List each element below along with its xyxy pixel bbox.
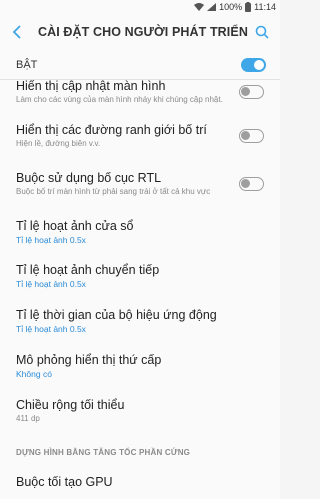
setting-animator-duration-scale[interactable]: Tỉ lệ thời gian của bộ hiệu ứng động Tỉ … [0, 299, 280, 344]
settings-list[interactable]: Hiển thị cập nhật màn hình Làm cho các v… [0, 80, 280, 499]
setting-smallest-width[interactable]: Chiều rộng tối thiểu 411 dp [0, 389, 280, 434]
setting-title: Tỉ lệ thời gian của bộ hiệu ứng động [16, 308, 217, 323]
setting-title: Tỉ lệ hoạt ảnh chuyển tiếp [16, 263, 160, 278]
setting-value: Tỉ lệ hoạt ảnh 0.5x [16, 234, 86, 245]
status-bar: 100% 11:14 [0, 0, 280, 13]
show-surface-updates-toggle[interactable] [239, 85, 264, 99]
show-layout-bounds-toggle[interactable] [239, 129, 264, 143]
search-icon [255, 25, 269, 39]
setting-show-layout-bounds[interactable]: Hiển thị các đường ranh giới bố trí Hiện… [0, 114, 280, 158]
setting-subtitle: Làm cho các vùng của màn hình nháy khi c… [16, 94, 223, 104]
setting-force-rtl[interactable]: Buộc sử dụng bố cục RTL Buộc bố trí màn … [0, 158, 280, 210]
battery-icon [245, 1, 252, 12]
battery-percent: 100% [219, 1, 243, 12]
setting-force-gpu[interactable]: Buộc tối tạo GPU [0, 467, 280, 497]
setting-subtitle: Buộc bố trí màn hình từ phải sang trái ở… [16, 186, 211, 196]
setting-title: Mô phỏng hiển thị thứ cấp [16, 353, 162, 368]
setting-window-animation-scale[interactable]: Tỉ lệ hoạt ảnh cửa sổ Tỉ lệ hoạt ảnh 0.5… [0, 210, 280, 254]
setting-value: Không có [16, 369, 52, 380]
master-switch-row[interactable]: BẬT [0, 51, 280, 80]
setting-title: Buộc tối tạo GPU [16, 474, 113, 489]
setting-subtitle: Hiện lề, đường biên v.v. [16, 138, 101, 148]
wifi-icon [194, 2, 205, 11]
setting-title: Hiển thị cập nhật màn hình [16, 80, 166, 93]
app-bar: CÀI ĐẶT CHO NGƯỜI PHÁT TRIỂN [0, 13, 280, 51]
setting-title: Tỉ lệ hoạt ảnh cửa sổ [16, 218, 134, 233]
page-title: CÀI ĐẶT CHO NGƯỜI PHÁT TRIỂN [38, 25, 248, 39]
setting-title: Hiển thị các đường ranh giới bố trí [16, 122, 207, 137]
setting-value: Tỉ lệ hoạt ảnh 0.5x [16, 279, 86, 290]
back-button[interactable] [6, 21, 28, 43]
setting-title: Buộc sử dụng bố cục RTL [16, 170, 162, 185]
setting-simulate-secondary-display[interactable]: Mô phỏng hiển thị thứ cấp Không có [0, 344, 280, 389]
setting-value: Tỉ lệ hoạt ảnh 0.5x [16, 324, 86, 335]
master-switch-label: BẬT [16, 59, 38, 71]
section-header-hardware-rendering: DỰNG HÌNH BẰNG TĂNG TỐC PHẦN CỨNG [16, 448, 191, 457]
setting-subtitle: 411 dp [16, 414, 40, 424]
setting-title: Chiều rộng tối thiểu [16, 398, 125, 413]
signal-icon [207, 2, 217, 11]
setting-show-surface-updates[interactable]: Hiển thị cập nhật màn hình Làm cho các v… [0, 80, 280, 114]
master-toggle[interactable] [241, 58, 266, 72]
force-rtl-toggle[interactable] [239, 177, 264, 191]
search-button[interactable] [250, 20, 274, 44]
clock: 11:14 [254, 1, 276, 12]
chevron-left-icon [12, 25, 21, 39]
setting-transition-animation-scale[interactable]: Tỉ lệ hoạt ảnh chuyển tiếp Tỉ lệ hoạt ản… [0, 254, 280, 299]
